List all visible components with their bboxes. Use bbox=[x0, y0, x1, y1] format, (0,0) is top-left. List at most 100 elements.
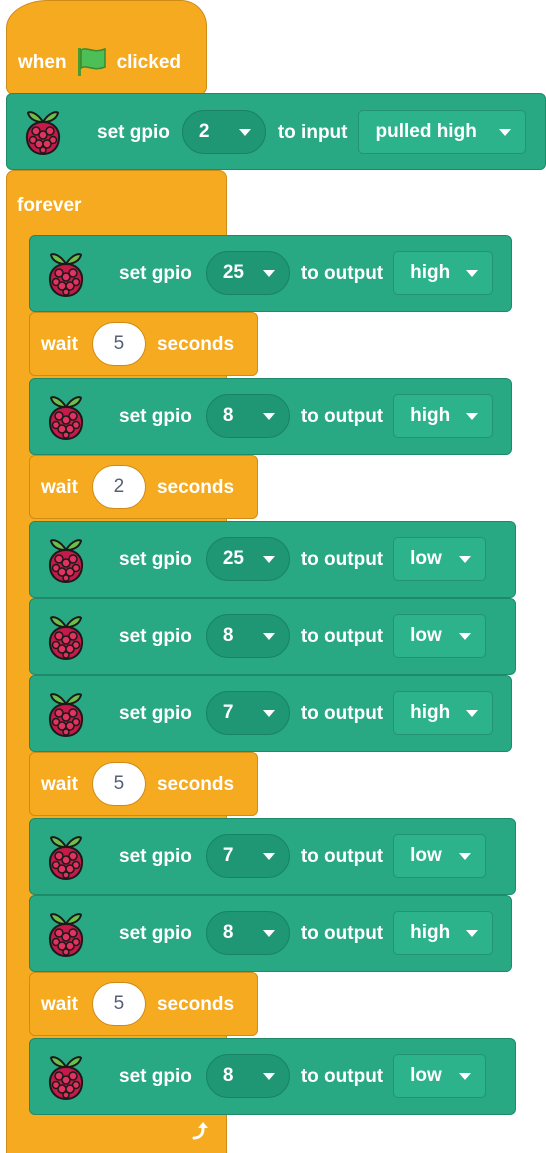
gpio-pin-value: 8 bbox=[222, 922, 234, 943]
set-gpio-label: set gpio bbox=[119, 1065, 192, 1087]
wait-row: wait 2 seconds bbox=[41, 465, 234, 509]
repeat-arrow-icon bbox=[192, 1122, 208, 1140]
chevron-down-icon bbox=[459, 555, 472, 563]
output-state-value: high bbox=[410, 702, 451, 723]
output-state-value: high bbox=[410, 405, 451, 426]
gpio-pin-dropdown[interactable]: 2 bbox=[181, 110, 266, 154]
gpio-pin-value: 8 bbox=[222, 405, 234, 426]
wait-row: wait 5 seconds bbox=[41, 982, 234, 1026]
output-state-value: low bbox=[410, 1065, 442, 1086]
wait-prefix: wait bbox=[41, 773, 78, 795]
to-output-label: to output bbox=[300, 922, 384, 944]
chevron-down-icon bbox=[262, 1072, 275, 1080]
chevron-down-icon bbox=[466, 412, 479, 420]
wait-row: wait 5 seconds bbox=[41, 762, 234, 806]
gpio-pin-value: 2 bbox=[198, 121, 210, 142]
set-gpio-row: set gpio 25 to output low bbox=[119, 537, 487, 581]
output-state-dropdown[interactable]: low bbox=[393, 1054, 487, 1098]
forever-label-row: forever bbox=[17, 193, 81, 217]
set-gpio-label: set gpio bbox=[119, 548, 192, 570]
wait-seconds-input[interactable]: 5 bbox=[91, 322, 146, 366]
raspberry-pi-icon bbox=[46, 393, 86, 441]
set-gpio-row: set gpio 25 to output high bbox=[119, 251, 494, 295]
wait-seconds-input[interactable]: 2 bbox=[91, 465, 146, 509]
raspberry-pi-icon bbox=[46, 1053, 86, 1101]
forever-label: forever bbox=[17, 194, 82, 216]
set-gpio-row: set gpio 8 to output high bbox=[119, 394, 494, 438]
to-output-label: to output bbox=[300, 548, 384, 570]
to-output-label: to output bbox=[300, 845, 384, 867]
wait-prefix: wait bbox=[41, 333, 78, 355]
gpio-pin-value: 25 bbox=[222, 262, 244, 283]
output-state-dropdown[interactable]: low bbox=[393, 834, 487, 878]
wait-suffix: seconds bbox=[156, 333, 235, 355]
output-state-dropdown[interactable]: high bbox=[393, 911, 494, 955]
output-state-dropdown[interactable]: high bbox=[393, 251, 494, 295]
green-flag-icon bbox=[77, 47, 106, 76]
raspberry-pi-icon bbox=[46, 250, 86, 298]
to-input-label: to input bbox=[277, 121, 348, 143]
set-gpio-label: set gpio bbox=[97, 121, 170, 143]
gpio-pin-dropdown[interactable]: 8 bbox=[205, 911, 290, 955]
raspberry-pi-icon bbox=[46, 910, 86, 958]
gpio-pin-dropdown[interactable]: 25 bbox=[205, 537, 290, 581]
gpio-pin-dropdown[interactable]: 8 bbox=[205, 614, 290, 658]
chevron-down-icon bbox=[262, 709, 275, 717]
chevron-down-icon bbox=[466, 929, 479, 937]
wait-seconds-input[interactable]: 5 bbox=[91, 982, 146, 1026]
wait-seconds-input[interactable]: 5 bbox=[91, 762, 146, 806]
chevron-down-icon bbox=[238, 128, 251, 136]
chevron-down-icon bbox=[466, 709, 479, 717]
raspberry-pi-icon bbox=[46, 833, 86, 881]
input-mode-dropdown[interactable]: pulled high bbox=[358, 110, 527, 154]
wait-prefix: wait bbox=[41, 993, 78, 1015]
chevron-down-icon bbox=[459, 852, 472, 860]
gpio-pin-value: 8 bbox=[222, 625, 234, 646]
raspberry-pi-icon bbox=[23, 108, 63, 156]
output-state-dropdown[interactable]: high bbox=[393, 691, 494, 735]
gpio-pin-dropdown[interactable]: 8 bbox=[205, 394, 290, 438]
raspberry-pi-icon bbox=[46, 613, 86, 661]
to-output-label: to output bbox=[300, 262, 384, 284]
wait-prefix: wait bbox=[41, 476, 78, 498]
output-state-value: low bbox=[410, 548, 442, 569]
chevron-down-icon bbox=[262, 632, 275, 640]
gpio-pin-value: 25 bbox=[222, 548, 244, 569]
chevron-down-icon bbox=[459, 632, 472, 640]
chevron-down-icon bbox=[459, 1072, 472, 1080]
chevron-down-icon bbox=[262, 929, 275, 937]
chevron-down-icon bbox=[262, 852, 275, 860]
output-state-dropdown[interactable]: high bbox=[393, 394, 494, 438]
gpio-pin-value: 8 bbox=[222, 1065, 234, 1086]
gpio-pin-dropdown[interactable]: 8 bbox=[205, 1054, 290, 1098]
chevron-down-icon bbox=[499, 128, 512, 136]
raspberry-pi-icon bbox=[46, 690, 86, 738]
gpio-pin-dropdown[interactable]: 7 bbox=[205, 691, 290, 735]
gpio-pin-dropdown[interactable]: 25 bbox=[205, 251, 290, 295]
chevron-down-icon bbox=[466, 269, 479, 277]
chevron-down-icon bbox=[262, 269, 275, 277]
output-state-dropdown[interactable]: low bbox=[393, 614, 487, 658]
gpio-pin-dropdown[interactable]: 7 bbox=[205, 834, 290, 878]
wait-suffix: seconds bbox=[156, 773, 235, 795]
output-state-value: high bbox=[410, 262, 451, 283]
wait-row: wait 5 seconds bbox=[41, 322, 234, 366]
hat-suffix: clicked bbox=[116, 51, 181, 73]
input-mode-value: pulled high bbox=[375, 121, 477, 142]
gpio-pin-value: 7 bbox=[222, 702, 234, 723]
set-gpio-label: set gpio bbox=[119, 625, 192, 647]
to-output-label: to output bbox=[300, 405, 384, 427]
set-gpio-row: set gpio 8 to output low bbox=[119, 1054, 487, 1098]
output-state-dropdown[interactable]: low bbox=[393, 537, 487, 581]
hat-prefix: when bbox=[18, 51, 67, 73]
set-gpio-label: set gpio bbox=[119, 405, 192, 427]
to-output-label: to output bbox=[300, 625, 384, 647]
wait-suffix: seconds bbox=[156, 476, 235, 498]
set-gpio-label: set gpio bbox=[119, 922, 192, 944]
output-state-value: high bbox=[410, 922, 451, 943]
set-gpio-label: set gpio bbox=[119, 262, 192, 284]
output-state-value: low bbox=[410, 845, 442, 866]
set-gpio-row: set gpio 8 to output low bbox=[119, 614, 487, 658]
set-gpio-row: set gpio 8 to output high bbox=[119, 911, 494, 955]
raspberry-pi-icon bbox=[46, 536, 86, 584]
